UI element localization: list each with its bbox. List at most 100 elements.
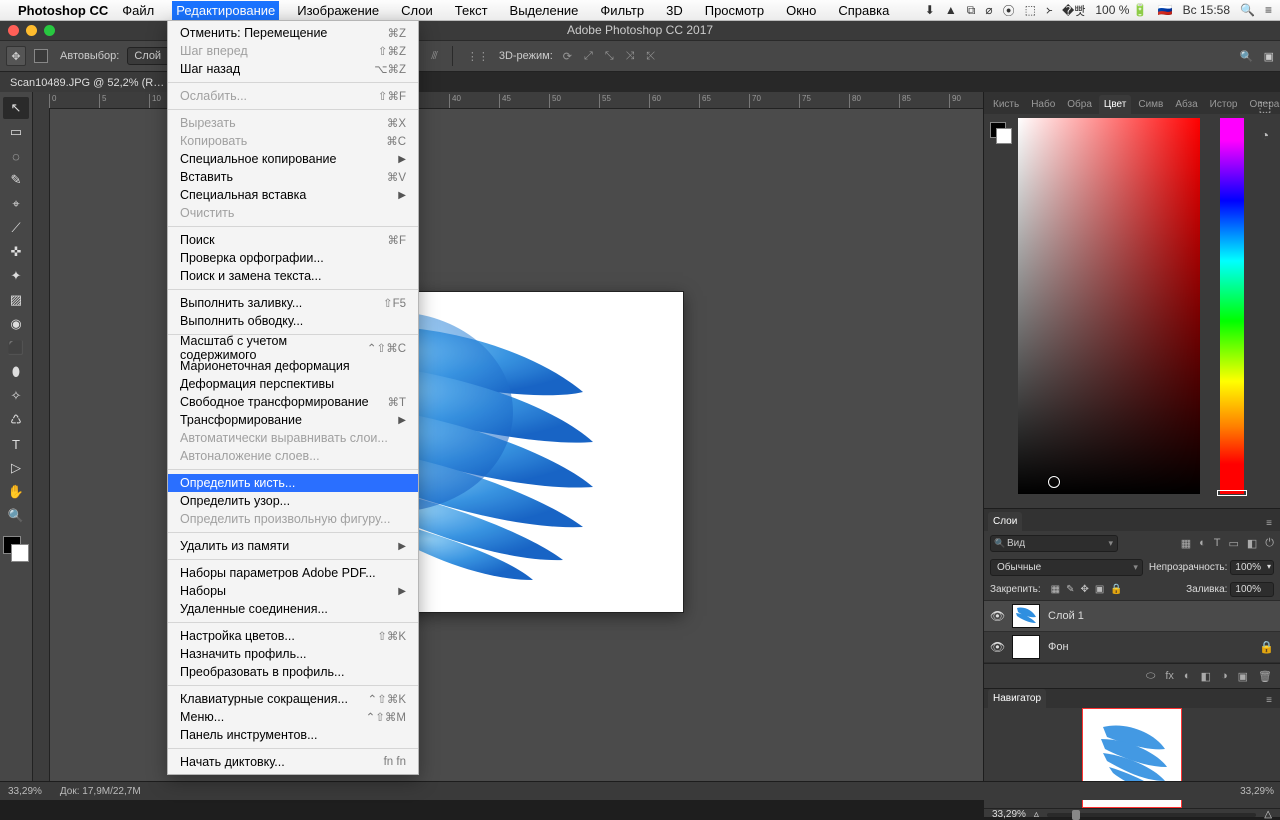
dots-icon[interactable]: ⋮⋮ (465, 50, 491, 63)
distribute-icon[interactable]: ⫻ (429, 50, 440, 63)
filter-icon[interactable]: T (1214, 537, 1221, 550)
tool-7[interactable]: ✦ (3, 265, 29, 287)
collapsed-panel-icon[interactable]: ⬚ (1258, 98, 1271, 115)
zoom-in-icon[interactable]: △ (1264, 809, 1272, 820)
move-tool-icon[interactable]: ✥ (6, 46, 26, 66)
menu-item[interactable]: Проверка орфографии... (168, 249, 418, 267)
status-doc-size[interactable]: Док: 17,9M/22,7M (60, 786, 141, 797)
tool-15[interactable]: ▷ (3, 457, 29, 479)
menu-справка[interactable]: Справка (834, 1, 893, 20)
menu-item[interactable]: Настройка цветов...⇧⌘K (168, 627, 418, 645)
filter-icon[interactable]: ◧ (1247, 537, 1257, 550)
autoselect-checkbox[interactable] (34, 49, 48, 63)
lock-icon[interactable]: ▣ (1095, 584, 1104, 595)
spotlight-icon[interactable]: 🔍 (1240, 3, 1255, 17)
tool-3[interactable]: ✎ (3, 169, 29, 191)
battery[interactable]: 100 % 🔋 (1095, 3, 1147, 17)
menu-файл[interactable]: Файл (118, 1, 158, 20)
panel-menu-icon[interactable]: ≡ (1262, 693, 1276, 708)
3d-icon[interactable]: ⤨ (624, 50, 637, 63)
hue-slider[interactable] (1220, 118, 1244, 494)
menu-item[interactable]: Марионеточная деформация (168, 357, 418, 375)
tool-11[interactable]: ⬮ (3, 361, 29, 383)
menu-item[interactable]: Масштаб с учетом содержимого⌃⇧⌘C (168, 339, 418, 357)
menu-item[interactable]: Поиск⌘F (168, 231, 418, 249)
tool-17[interactable]: 🔍 (3, 505, 29, 527)
menu-редактирование[interactable]: Редактирование (172, 1, 279, 20)
tab-navigator[interactable]: Навигатор (988, 689, 1046, 708)
tool-5[interactable]: ⟋ (3, 217, 29, 239)
menu-просмотр[interactable]: Просмотр (701, 1, 768, 20)
menu-item[interactable]: Назначить профиль... (168, 645, 418, 663)
menu-item[interactable]: Определить кисть... (168, 474, 418, 492)
tool-4[interactable]: ⌖ (3, 193, 29, 215)
tool-9[interactable]: ◉ (3, 313, 29, 335)
tool-2[interactable]: ◌ (3, 145, 29, 167)
menu-item[interactable]: Панель инструментов... (168, 726, 418, 744)
opacity-value[interactable]: 100% (1230, 560, 1274, 575)
tab-layers[interactable]: Слои (988, 512, 1022, 531)
color-field[interactable] (1018, 118, 1200, 494)
menu-3d[interactable]: 3D (662, 1, 687, 20)
filter-toggle[interactable]: ⏻ (1265, 537, 1274, 550)
clock[interactable]: Вс 15:58 (1183, 3, 1230, 17)
tab-Истор[interactable]: Истор (1205, 95, 1243, 114)
lock-icon[interactable]: ▦ (1051, 584, 1060, 595)
menu-item[interactable]: Выполнить заливку...⇧F5 (168, 294, 418, 312)
menu-текст[interactable]: Текст (451, 1, 492, 20)
tray-icon[interactable]: ▲ (945, 3, 957, 17)
tool-8[interactable]: ▨ (3, 289, 29, 311)
layer-name[interactable]: Фон (1048, 641, 1069, 653)
menu-item[interactable]: Меню...⌃⇧⌘M (168, 708, 418, 726)
filter-icon[interactable]: ◐ (1199, 537, 1206, 550)
menu-item[interactable]: Вставить⌘V (168, 168, 418, 186)
tray-icon[interactable]: ⦿ (1003, 2, 1015, 19)
menu-item[interactable]: Отменить: Перемещение⌘Z (168, 24, 418, 42)
navigator-zoom-slider[interactable] (1047, 813, 1256, 817)
menu-фильтр[interactable]: Фильтр (596, 1, 648, 20)
menu-окно[interactable]: Окно (782, 1, 820, 20)
tool-6[interactable]: ✜ (3, 241, 29, 263)
menu-слои[interactable]: Слои (397, 1, 437, 20)
menu-item[interactable]: Удаленные соединения... (168, 600, 418, 618)
tool-10[interactable]: ⬛ (3, 337, 29, 359)
menu-item[interactable]: Специальная вставка▶ (168, 186, 418, 204)
3d-icon[interactable]: ⟳ (561, 50, 574, 63)
menu-item[interactable]: Шаг назад⌥⌘Z (168, 60, 418, 78)
layer-filter-select[interactable]: Вид (990, 535, 1118, 552)
menu-icon[interactable]: ≡ (1265, 3, 1272, 17)
visibility-icon[interactable]: 👁 (990, 609, 1004, 623)
menu-изображение[interactable]: Изображение (293, 1, 383, 20)
layer-action-icon[interactable]: fx (1165, 670, 1174, 682)
filter-icon[interactable]: ▦ (1181, 537, 1191, 550)
tool-12[interactable]: ✧ (3, 385, 29, 407)
layer-action-icon[interactable]: 🗑 (1258, 670, 1272, 683)
menu-item[interactable]: Свободное трансформирование⌘T (168, 393, 418, 411)
status-zoom[interactable]: 33,29% (8, 786, 42, 797)
menu-item[interactable]: Определить узор... (168, 492, 418, 510)
tool-13[interactable]: ♺ (3, 409, 29, 431)
tab-Кисть[interactable]: Кисть (988, 95, 1024, 114)
layer-action-icon[interactable]: ◧ (1201, 670, 1211, 683)
blend-mode-select[interactable]: Обычные (990, 559, 1143, 576)
menu-выделение[interactable]: Выделение (506, 1, 583, 20)
layer-row[interactable]: 👁Слой 1 (984, 601, 1280, 632)
3d-icon[interactable]: ⤡ (603, 50, 616, 63)
foreground-background-swatches[interactable] (3, 536, 29, 562)
document-tab[interactable]: Scan10489.JPG @ 52,2% (R… × (0, 72, 189, 94)
layer-action-icon[interactable]: ◐ (1184, 670, 1191, 682)
menu-item[interactable]: Трансформирование▶ (168, 411, 418, 429)
tool-16[interactable]: ✋ (3, 481, 29, 503)
menu-item[interactable]: Специальное копирование▶ (168, 150, 418, 168)
menu-item[interactable]: Деформация перспективы (168, 375, 418, 393)
tab-Обра[interactable]: Обра (1062, 95, 1097, 114)
layer-action-icon[interactable]: ▣ (1238, 670, 1248, 683)
color-swatches[interactable] (990, 122, 1012, 144)
tray-icon[interactable]: ⬇︎ (925, 3, 935, 17)
menu-item[interactable]: Поиск и замена текста... (168, 267, 418, 285)
lock-icon[interactable]: ✎ (1066, 584, 1074, 595)
tool-14[interactable]: T (3, 433, 29, 455)
tab-Симв[interactable]: Симв (1133, 95, 1168, 114)
tool-1[interactable]: ▭ (3, 121, 29, 143)
tray-icon[interactable]: ⌀ (985, 3, 992, 17)
